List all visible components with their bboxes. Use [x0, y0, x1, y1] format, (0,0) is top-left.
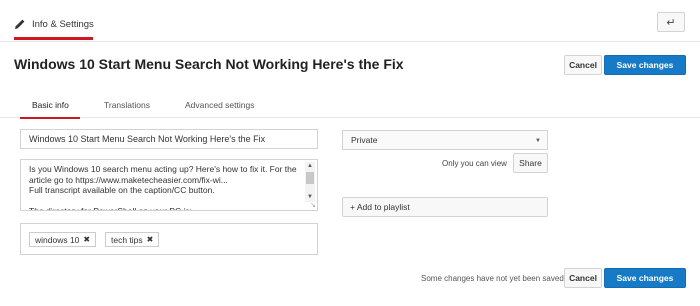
resize-grip-icon[interactable]: ↘	[310, 202, 316, 209]
back-button[interactable]: ↵	[657, 12, 685, 32]
remove-tag-icon[interactable]: ✖	[83, 235, 90, 244]
tab-basic-info[interactable]: Basic info	[32, 100, 69, 110]
unsaved-changes-note: Some changes have not yet been saved.	[421, 274, 566, 283]
footer-cancel-button[interactable]: Cancel	[564, 268, 602, 288]
sub-tabs: Basic info Translations Advanced setting…	[0, 96, 700, 118]
privacy-note: Only you can view	[442, 159, 507, 168]
tags-input[interactable]: windows 10 ✖ tech tips ✖	[20, 223, 318, 255]
scroll-down-arrow-icon[interactable]: ▼	[305, 193, 315, 202]
video-editor-panel: Info & Settings ↵ Windows 10 Start Menu …	[0, 0, 700, 306]
description-scrollbar[interactable]: ▲ ▼	[305, 162, 315, 202]
tab-translations[interactable]: Translations	[104, 100, 150, 110]
back-arrow-icon: ↵	[666, 16, 676, 29]
chevron-down-icon: ▼	[535, 138, 541, 144]
tag-label: windows 10	[35, 234, 80, 245]
scroll-thumb[interactable]	[306, 172, 314, 184]
share-button[interactable]: Share	[513, 153, 548, 173]
tag-label: tech tips	[111, 234, 143, 245]
remove-tag-icon[interactable]: ✖	[147, 235, 154, 244]
privacy-selected-value: Private	[351, 135, 378, 145]
active-tab-indicator	[14, 37, 93, 40]
tag-chip: windows 10 ✖	[29, 232, 97, 247]
cancel-button[interactable]: Cancel	[564, 55, 602, 75]
tag-chip: tech tips ✖	[105, 232, 160, 247]
add-to-playlist-button[interactable]: + Add to playlist	[342, 197, 548, 217]
tab-advanced-settings[interactable]: Advanced settings	[185, 100, 254, 110]
active-subtab-indicator	[20, 117, 80, 119]
page-title: Windows 10 Start Menu Search Not Working…	[14, 56, 404, 72]
scroll-up-arrow-icon[interactable]: ▲	[305, 162, 315, 171]
description-text: Is you Windows 10 search menu acting up?…	[29, 164, 297, 211]
tab-info-settings[interactable]: Info & Settings	[14, 8, 94, 40]
description-textarea[interactable]: Is you Windows 10 search menu acting up?…	[20, 159, 318, 211]
footer-save-changes-button[interactable]: Save changes	[604, 268, 686, 288]
tab-info-settings-label: Info & Settings	[32, 18, 94, 30]
privacy-select[interactable]: Private ▼	[342, 130, 548, 150]
title-input[interactable]: Windows 10 Start Menu Search Not Working…	[20, 129, 318, 149]
top-bar: Info & Settings ↵	[0, 0, 700, 42]
pencil-icon	[15, 19, 25, 29]
save-changes-button[interactable]: Save changes	[604, 55, 686, 75]
